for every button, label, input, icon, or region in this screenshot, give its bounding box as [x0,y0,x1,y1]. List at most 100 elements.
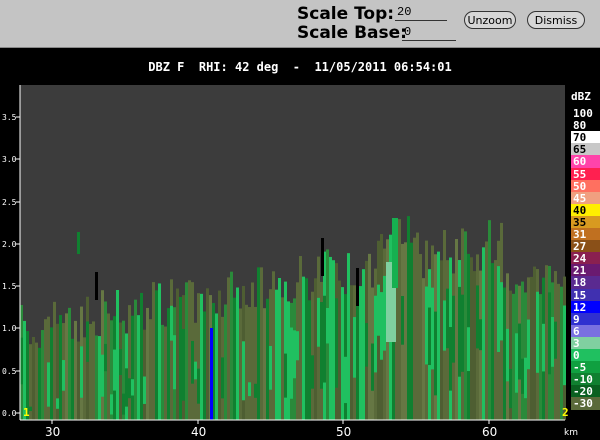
echo-strip [494,260,497,420]
echo-strip [137,315,140,420]
echo-strip [338,280,341,420]
echo-patch [101,354,104,397]
echo-strip [488,220,491,420]
echo-patch [461,294,464,372]
color-scale-entry: -30 [571,397,600,411]
echo-strip [206,288,209,420]
color-scale-entry: 60 [571,155,600,169]
echo-strip [545,265,548,420]
echo-strip [419,254,422,420]
echo-strip [329,256,332,420]
echo-patch [425,286,428,365]
echo-strip [74,320,77,420]
echo-strip [503,287,506,420]
echo-strip [35,342,38,420]
echo-patch [554,321,557,359]
color-scale-entry: 6 [571,324,600,338]
echo-spike [210,328,213,420]
echo-patch [197,368,200,404]
echo-strip [404,242,407,420]
color-scale-label: 6 [573,324,580,338]
x-axis-unit: km [564,428,578,438]
echo-patch [311,355,314,389]
color-scale-entry: 31 [571,228,600,241]
echo-patch [275,364,278,401]
echo-patch [482,280,485,367]
color-scale-label: 80 [573,119,587,133]
echo-strip [83,337,86,420]
echo-strip [218,290,221,420]
color-scale-label: 70 [573,131,587,145]
y-tick-label: 3.5 [2,113,17,122]
echo-strip [263,308,266,420]
echo-strip [227,277,230,420]
echo-patch [428,307,431,366]
echo-strip [521,281,524,420]
corner-marker-left: 1 [23,406,30,419]
echo-patch [182,328,185,401]
color-scale-label: 55 [573,167,587,181]
color-scale-label: -5 [573,361,587,375]
echo-patch [155,324,158,374]
rhi-plot[interactable] [0,0,600,440]
echo-patch [458,286,461,377]
echo-patch [509,368,512,409]
echo-patch [434,311,437,396]
color-scale-entry: 65 [571,143,600,157]
echo-patch [326,308,329,344]
echo-strip [308,300,311,420]
echo-strip [413,237,416,420]
color-scale-entry: 21 [571,264,600,278]
echo-patch [131,379,134,396]
echo-patch [284,353,287,398]
echo-strip [38,347,41,420]
echo-strip [455,239,458,420]
echo-patch [254,383,257,398]
echo-strip [473,271,476,420]
echo-patch [143,376,146,404]
echo-strip [278,277,281,420]
echo-patch [359,339,362,380]
echo-patch [113,349,116,391]
echo-patch [374,295,377,373]
echo-strip [161,324,164,420]
color-scale-label: 40 [573,203,587,217]
color-scale-entry: -20 [571,385,600,399]
color-scale-label: 12 [573,300,587,314]
color-scale-entry: 45 [571,191,600,205]
echo-strip [281,297,284,420]
echo-patch [119,349,122,376]
echo-patch [269,345,272,390]
color-scale-entry: 12 [571,300,600,314]
echo-patch [323,295,326,383]
echo-patch [476,285,479,349]
echo-strip [188,280,191,420]
echo-strip [314,278,317,420]
echo-strip [254,306,257,420]
color-scale-entry: 100 [571,107,600,120]
echo-patch [296,331,299,361]
color-scale-entry: 3 [571,336,600,350]
echo-patch [290,327,293,399]
echo-strip [251,282,254,420]
echo-patch [221,357,224,399]
corner-marker-right: 2 [562,406,569,419]
echo-strip [167,308,170,420]
echo-strip [416,232,419,420]
echo-strip [77,341,80,420]
echo-patch [446,288,449,349]
echo-strip [116,290,119,420]
color-scale-label: 45 [573,191,587,205]
echo-strip [200,293,203,420]
color-scale-label: 9 [573,312,580,326]
color-scale-label: 3 [573,336,580,350]
color-scale-entry: 40 [571,203,600,217]
echo-strip [557,283,560,420]
color-scale-label: 35 [573,215,587,229]
echo-patch [122,393,125,415]
echo-strip [152,282,155,420]
echo-strip [164,326,167,420]
echo-patch [467,327,470,372]
echo-strip [332,260,335,420]
echo-strip [41,330,44,420]
